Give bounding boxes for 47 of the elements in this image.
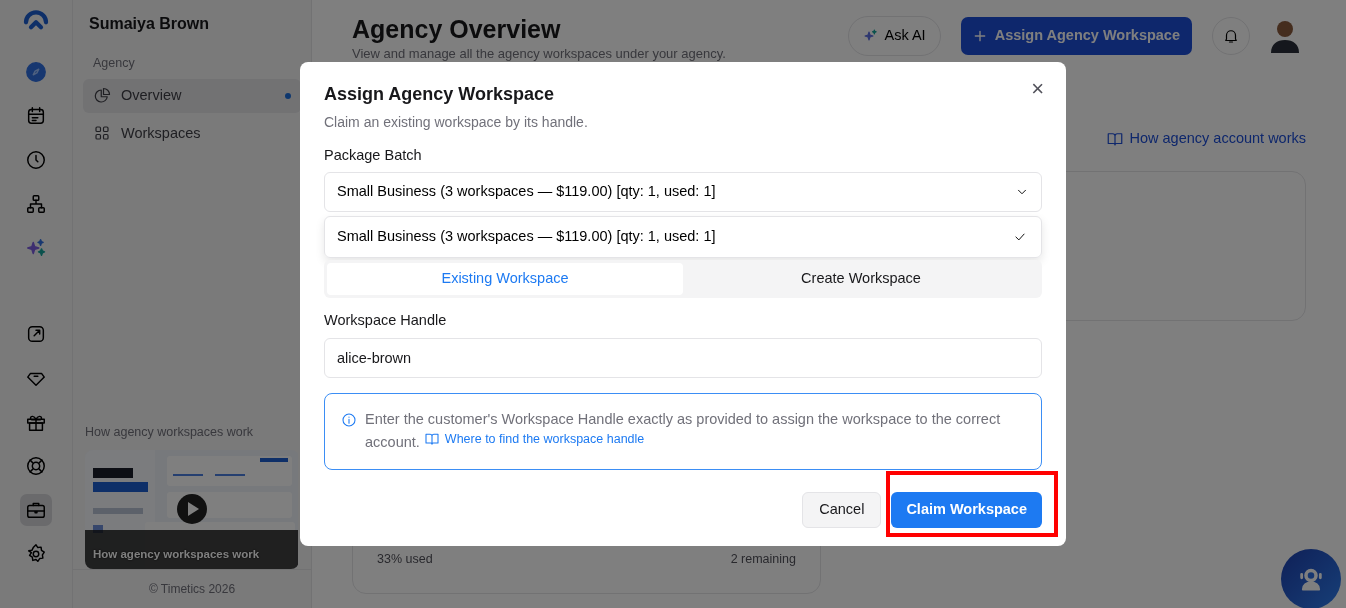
sidebar-item[interactable]: Workspaces (83, 116, 301, 151)
active-dot (285, 92, 291, 99)
video-heading: How agency workspaces work (84, 424, 255, 442)
external-link-icon (25, 323, 47, 345)
tab[interactable]: Existing Workspace (327, 263, 683, 296)
hierarchy-icon (25, 193, 47, 215)
assistant-button[interactable] (1281, 549, 1341, 608)
copyright-text: © Timetics 2026 (73, 569, 311, 608)
pie-chart-icon (93, 86, 111, 105)
page-subtitle: View and manage all the agency workspaces under your agency. (352, 45, 726, 63)
dialog-subtitle: Claim an existing workspace by its handle. (324, 112, 589, 132)
settings-icon (25, 543, 47, 565)
dialog-title: Assign Agency Workspace (324, 84, 555, 106)
calendar-icon (25, 105, 47, 127)
lifebuoy-icon (25, 455, 47, 477)
handle-field[interactable]: alice-brown (324, 338, 1042, 379)
book-icon (423, 431, 440, 448)
grid-icon (93, 124, 111, 143)
sparkle-icon (25, 237, 47, 259)
avatar[interactable] (1270, 18, 1300, 53)
video-caption: How agency workspaces work (93, 546, 260, 562)
sidebar-item[interactable]: Overview (83, 78, 301, 113)
claim-button[interactable]: Claim Workspace (891, 492, 1042, 529)
section-label: Agency (92, 55, 136, 72)
notification-button[interactable] (1212, 16, 1250, 55)
help-link[interactable]: How agency account works (1105, 128, 1306, 150)
rail-button[interactable] (20, 494, 52, 526)
assign-workspace-button[interactable]: Assign Agency Workspace (960, 17, 1192, 55)
help-link[interactable]: Where to find the workspace handle (423, 430, 645, 449)
play-icon[interactable] (177, 494, 207, 524)
field-label: Workspace Handle (324, 311, 448, 331)
close-button[interactable]: × (1027, 76, 1048, 102)
compass-icon (25, 61, 47, 83)
package-select[interactable]: Small Business (3 workspaces — $119.00) [qty: 1, used: 1] (324, 172, 1042, 213)
field-label: Package Batch (324, 145, 423, 165)
clock-icon (25, 149, 47, 171)
usage-text: 33% used (377, 551, 433, 569)
remaining-text: 2 remaining (730, 551, 796, 569)
user-name: Sumaiya Brown (88, 14, 211, 34)
dropdown-option[interactable]: Small Business (3 workspaces — $119.00) [qty: 1, used: 1] (327, 219, 1039, 256)
info-icon (341, 412, 357, 429)
ask-ai-button[interactable]: Ask AI (847, 16, 941, 56)
cancel-button[interactable]: Cancel (802, 492, 882, 529)
info-text: Enter the customer's Workspace Handle exactly as provided to assign the workspace to the correct account. Where to find the workspace handle (365, 410, 1002, 453)
plus-icon (972, 28, 987, 43)
page-title: Agency Overview (352, 14, 562, 44)
tab[interactable]: Create Workspace (683, 263, 1039, 296)
